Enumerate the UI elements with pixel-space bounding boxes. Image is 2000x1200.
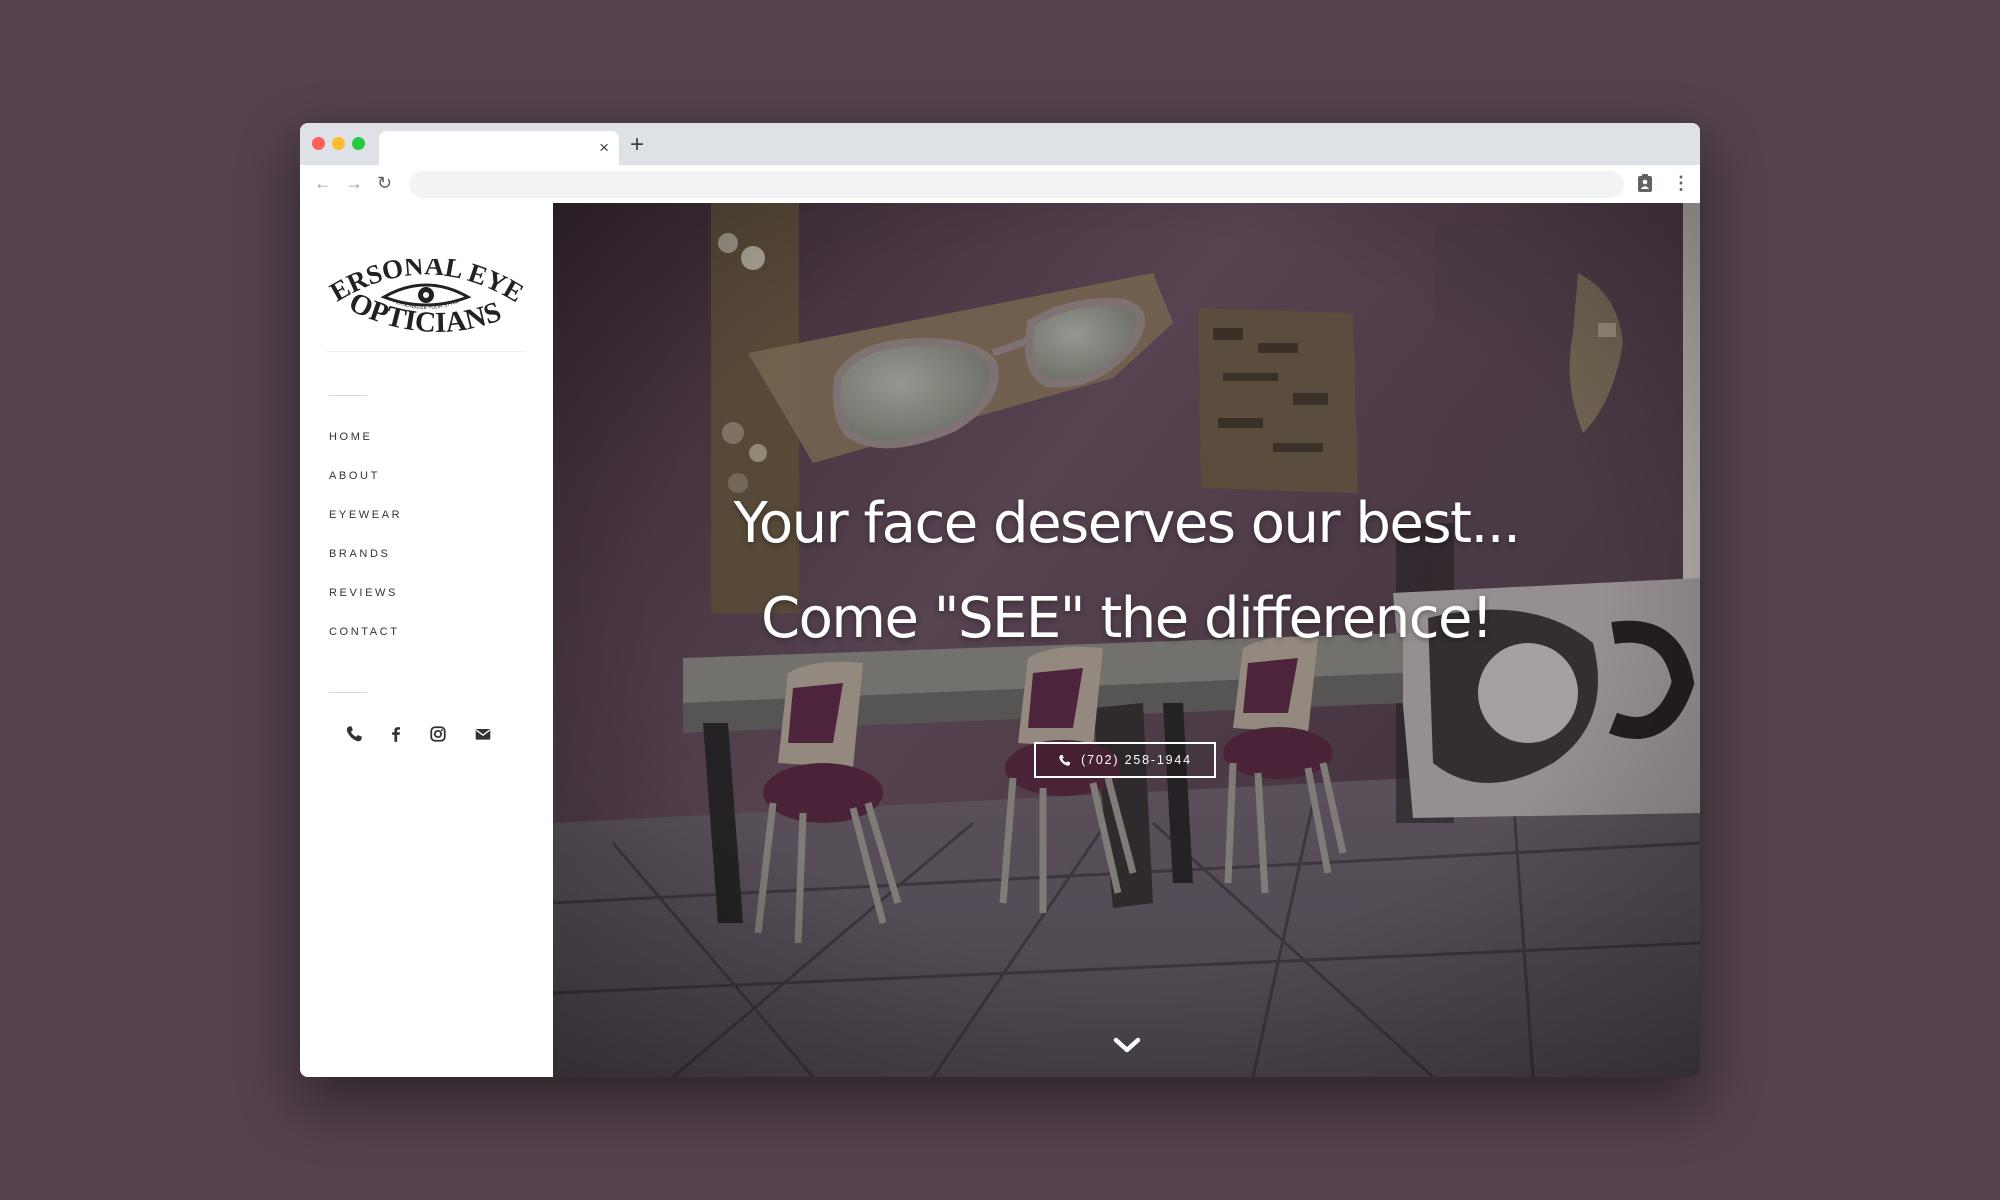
address-bar[interactable]: [409, 171, 1624, 198]
phone-icon[interactable]: [345, 725, 363, 743]
site-logo[interactable]: PERSONAL EYES OPTICIANS PERSONALIZE YOUR…: [326, 259, 526, 347]
main-menu: HOME ABOUT EYEWEAR BRANDS REVIEWS CONTAC…: [329, 430, 402, 664]
minimize-window-button[interactable]: [332, 137, 345, 150]
nav-item-eyewear[interactable]: EYEWEAR: [329, 508, 402, 547]
nav-item-home[interactable]: HOME: [329, 430, 402, 469]
call-phone-button[interactable]: (702) 258-1944: [1034, 742, 1216, 778]
phone-number-label: (702) 258-1944: [1081, 753, 1192, 767]
social-links: [345, 725, 505, 745]
forward-button[interactable]: →: [345, 173, 363, 193]
instagram-icon[interactable]: [429, 725, 447, 743]
browser-window: × + ← → ↻ ⋮ PERSONAL EYES OPTICIANS: [300, 123, 1700, 1077]
chevron-down-icon[interactable]: [1113, 1037, 1141, 1055]
hero-headline-2: Come "SEE" the difference!: [761, 586, 1493, 651]
facebook-icon[interactable]: [387, 725, 405, 743]
nav-item-contact[interactable]: CONTACT: [329, 625, 402, 664]
nav-item-brands[interactable]: BRANDS: [329, 547, 402, 586]
menu-divider-bottom: [329, 692, 367, 693]
reload-button[interactable]: ↻: [377, 173, 392, 193]
nav-item-reviews[interactable]: REVIEWS: [329, 586, 402, 625]
nav-item-about[interactable]: ABOUT: [329, 469, 402, 508]
logo-divider: [326, 351, 526, 352]
browser-toolbar: ← → ↻ ⋮: [300, 165, 1700, 204]
tab-strip: × +: [300, 123, 1700, 165]
phone-icon: [1059, 754, 1071, 766]
hero-headline-1: Your face deserves our best...: [733, 491, 1521, 556]
new-tab-button[interactable]: +: [630, 132, 644, 158]
tab-close-icon[interactable]: ×: [599, 138, 609, 158]
browser-menu-icon[interactable]: ⋮: [1672, 171, 1690, 195]
clipboard-icon[interactable]: [1637, 174, 1653, 192]
back-button[interactable]: ←: [314, 173, 332, 193]
active-tab[interactable]: ×: [379, 131, 619, 165]
close-window-button[interactable]: [312, 137, 325, 150]
hero-section: Your face deserves our best... Come "SEE…: [553, 203, 1700, 1077]
menu-divider-top: [329, 395, 367, 396]
email-icon[interactable]: [474, 725, 492, 743]
sidebar: PERSONAL EYES OPTICIANS PERSONALIZE YOUR…: [300, 203, 553, 1077]
maximize-window-button[interactable]: [352, 137, 365, 150]
